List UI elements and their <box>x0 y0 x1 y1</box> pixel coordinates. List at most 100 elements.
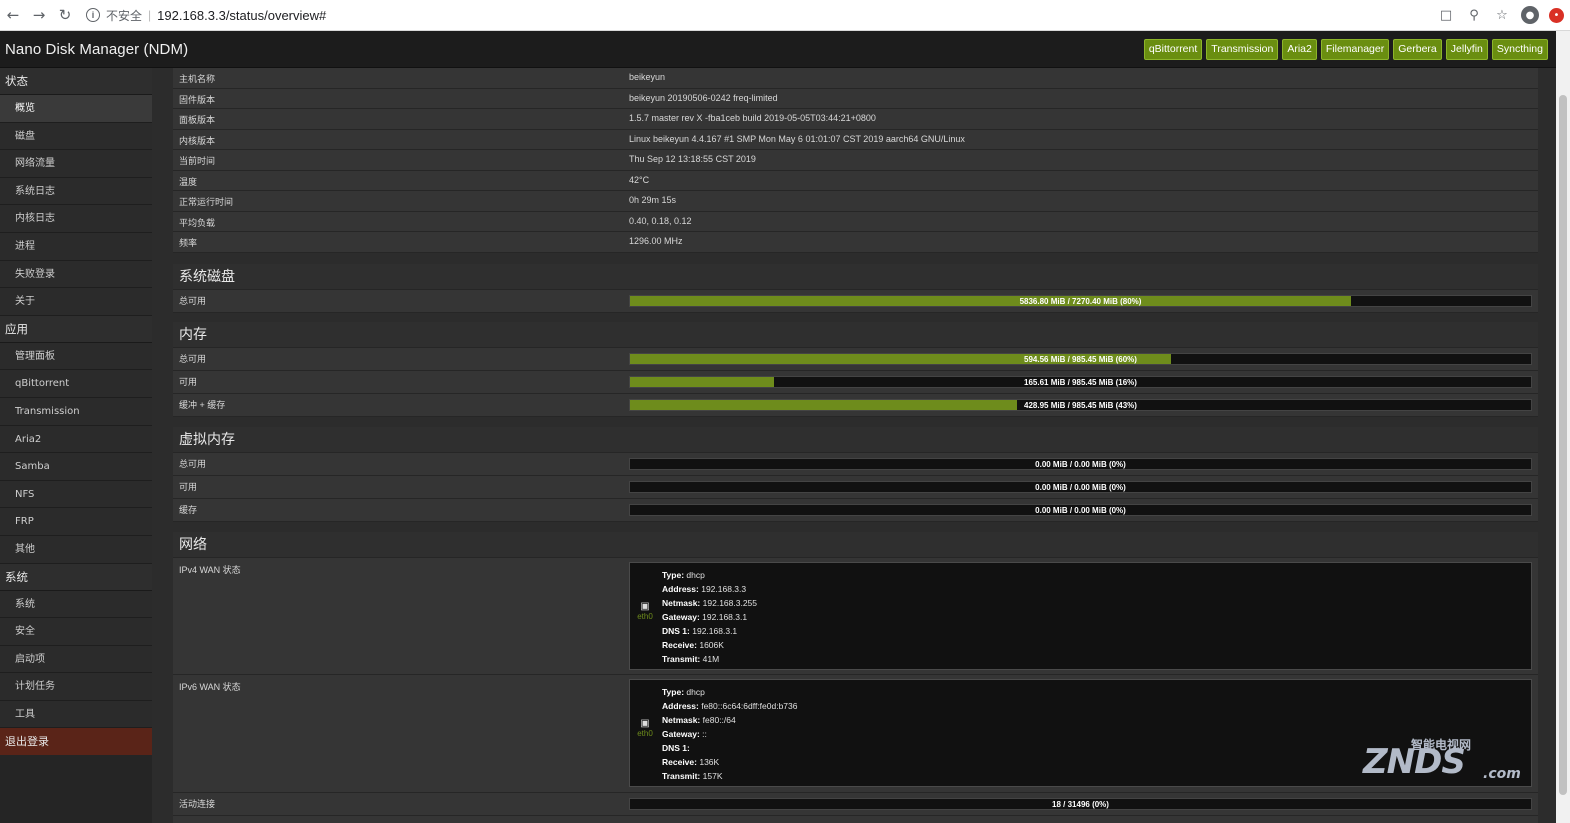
quick-link-jellyfin[interactable]: Jellyfin <box>1445 38 1488 60</box>
sidebar-item-kernel-log[interactable]: 内核日志 <box>0 205 152 233</box>
back-icon[interactable]: ← <box>0 2 26 28</box>
sidebar-item-transmission[interactable]: Transmission <box>0 397 152 426</box>
address-separator: | <box>148 8 152 22</box>
section-title: 系统磁盘 <box>173 264 1538 290</box>
field-value: 192.168.3.1 <box>702 612 748 622</box>
quick-link-aria2[interactable]: Aria2 <box>1282 38 1317 60</box>
quick-link-gerbera[interactable]: Gerbera <box>1393 38 1442 60</box>
usage-row: 总可用 594.56 MiB / 985.45 MiB (60%) <box>173 348 1538 371</box>
sidebar-item-failed-logins[interactable]: 失败登录 <box>0 260 152 289</box>
reload-icon[interactable]: ↻ <box>52 2 78 28</box>
usage-row: 可用 0.00 MiB / 0.00 MiB (0%) <box>173 476 1538 499</box>
sidebar-item-samba[interactable]: Samba <box>0 453 152 481</box>
usage-bar-text: 0.00 MiB / 0.00 MiB (0%) <box>1035 460 1126 469</box>
usage-bar: 0.00 MiB / 0.00 MiB (0%) <box>629 481 1532 493</box>
usage-bar-text: 18 / 31496 (0%) <box>1052 800 1109 809</box>
info-icon[interactable]: i <box>86 8 100 22</box>
usage-label: 缓存 <box>179 505 198 515</box>
info-row: 面板版本 1.5.7 master rev X -fba1ceb build 20… <box>173 109 1538 130</box>
field-value: 157K <box>702 771 723 781</box>
address-bar[interactable]: i 不安全 | 192.168.3.3/status/overview# <box>86 3 326 27</box>
info-key: 正常运行时间 <box>179 197 234 207</box>
zoom-icon[interactable]: ⚲ <box>1465 6 1483 24</box>
info-key: 频率 <box>179 238 198 248</box>
quick-link-qbittorrent[interactable]: qBittorrent <box>1143 38 1203 60</box>
page-scrollbar[interactable] <box>1556 31 1570 823</box>
info-row: 平均负载 0.40, 0.18, 0.12 <box>173 212 1538 232</box>
info-value: beikeyun <box>629 72 666 82</box>
ethernet-port-icon: ▣ <box>640 601 650 612</box>
sidebar-category-system[interactable]: 系统 <box>0 563 152 591</box>
ipv4-wan-label: IPv4 WAN 状态 <box>179 565 241 575</box>
main-content: 主机名称 beikeyun 固件版本 beikeyun 20190506-0242 … <box>152 68 1556 823</box>
field-value: :: <box>702 729 707 739</box>
app-title[interactable]: Nano Disk Manager (NDM) <box>0 41 188 58</box>
sidebar-category-status[interactable]: 状态 <box>0 68 152 95</box>
field-key: Netmask: <box>662 715 701 725</box>
sidebar-item-syslog[interactable]: 系统日志 <box>0 177 152 206</box>
sidebar-item-other[interactable]: 其他 <box>0 535 152 564</box>
scrollbar-thumb[interactable] <box>1559 95 1567 795</box>
ipv4-interface: ▣ eth0 <box>634 601 656 621</box>
sidebar-item-scheduled-tasks[interactable]: 计划任务 <box>0 673 152 701</box>
translate-icon[interactable]: □ <box>1437 6 1455 24</box>
field-key: Type: <box>662 570 685 580</box>
info-value: 42°C <box>629 174 650 185</box>
info-key: 温度 <box>179 176 198 187</box>
logout-button[interactable]: 退出登录 <box>0 728 152 756</box>
sidebar-item-frp[interactable]: FRP <box>0 508 152 536</box>
field-key: Gateway: <box>662 612 700 622</box>
sidebar-item-processes[interactable]: 进程 <box>0 232 152 261</box>
system-disk-section: 系统磁盘 总可用 5836.80 MiB / 7270.40 MiB (80%) <box>173 264 1538 313</box>
info-row: 当前时间 Thu Sep 12 13:18:55 CST 2019 <box>173 150 1538 171</box>
field-value: dhcp <box>686 687 705 697</box>
profile-avatar-icon[interactable]: ● <box>1521 6 1539 24</box>
sidebar-category-apps[interactable]: 应用 <box>0 315 152 343</box>
sidebar-item-startup[interactable]: 启动项 <box>0 645 152 674</box>
info-value: 1.5.7 master rev X -fba1ceb build 2019-0… <box>629 113 876 123</box>
app-header: Nano Disk Manager (NDM) qBittorrent Tran… <box>0 31 1556 68</box>
sidebar-item-security[interactable]: 安全 <box>0 618 152 646</box>
quick-link-syncthing[interactable]: Syncthing <box>1491 38 1548 60</box>
sidebar-item-about[interactable]: 关于 <box>0 288 152 316</box>
info-value: Linux beikeyun 4.4.167 #1 SMP Mon May 6 … <box>629 133 965 144</box>
info-key: 当前时间 <box>179 156 216 166</box>
ipv4-details: Type: dhcp Address: 192.168.3.3 Netmask:… <box>662 568 757 666</box>
sidebar-item-aria2[interactable]: Aria2 <box>0 425 152 454</box>
usage-row: 总可用 5836.80 MiB / 7270.40 MiB (80%) <box>173 290 1538 313</box>
info-value: 0.40, 0.18, 0.12 <box>629 215 692 226</box>
swap-section: 虚拟内存 总可用 0.00 MiB / 0.00 MiB (0%) 可用 0.00 … <box>173 427 1538 522</box>
quick-link-filemanager[interactable]: Filemanager <box>1320 38 1390 60</box>
field-key: Address: <box>662 701 699 711</box>
usage-label: 缓冲 + 缓存 <box>179 400 226 410</box>
sidebar-item-admin-panel[interactable]: 管理面板 <box>0 342 152 371</box>
quick-link-transmission[interactable]: Transmission <box>1206 38 1279 60</box>
ipv4-wan-box: ▣ eth0 Type: dhcp Address: 192.168.3.3 N… <box>629 562 1532 670</box>
bookmark-star-icon[interactable]: ☆ <box>1493 6 1511 24</box>
extension-icon[interactable]: • <box>1549 7 1564 23</box>
browser-toolbar: ← → ↻ i 不安全 | 192.168.3.3/status/overvie… <box>0 0 1570 31</box>
ipv6-wan-row: IPv6 WAN 状态 ▣ eth0 Type: dhcp Address: f… <box>173 675 1538 793</box>
sidebar-item-nfs[interactable]: NFS <box>0 480 152 509</box>
field-key: Transmit: <box>662 771 701 781</box>
usage-bar-text: 5836.80 MiB / 7270.40 MiB (80%) <box>1019 297 1142 306</box>
forward-icon[interactable]: → <box>26 2 52 28</box>
info-key: 平均负载 <box>179 217 216 228</box>
info-row: 温度 42°C <box>173 171 1538 191</box>
sidebar-item-traffic[interactable]: 网络流量 <box>0 150 152 178</box>
system-info-table: 主机名称 beikeyun 固件版本 beikeyun 20190506-0242 … <box>173 68 1538 253</box>
sidebar-item-overview[interactable]: 概览 <box>0 95 152 123</box>
field-key: DNS 1: <box>662 626 690 636</box>
usage-label: 活动连接 <box>179 799 216 809</box>
usage-bar: 0.00 MiB / 0.00 MiB (0%) <box>629 458 1532 470</box>
security-label: 不安全 <box>106 8 143 23</box>
sidebar-item-system[interactable]: 系统 <box>0 590 152 619</box>
usage-bar: 5836.80 MiB / 7270.40 MiB (80%) <box>629 295 1532 307</box>
sidebar-item-disk[interactable]: 磁盘 <box>0 122 152 151</box>
sidebar-item-tools[interactable]: 工具 <box>0 700 152 729</box>
ipv6-wan-label: IPv6 WAN 状态 <box>179 682 241 692</box>
usage-row: 总可用 0.00 MiB / 0.00 MiB (0%) <box>173 453 1538 476</box>
sidebar-item-qbittorrent[interactable]: qBittorrent <box>0 370 152 398</box>
url-text[interactable]: 192.168.3.3/status/overview# <box>157 8 326 23</box>
memory-section: 内存 总可用 594.56 MiB / 985.45 MiB (60%) 可用 16… <box>173 322 1538 417</box>
